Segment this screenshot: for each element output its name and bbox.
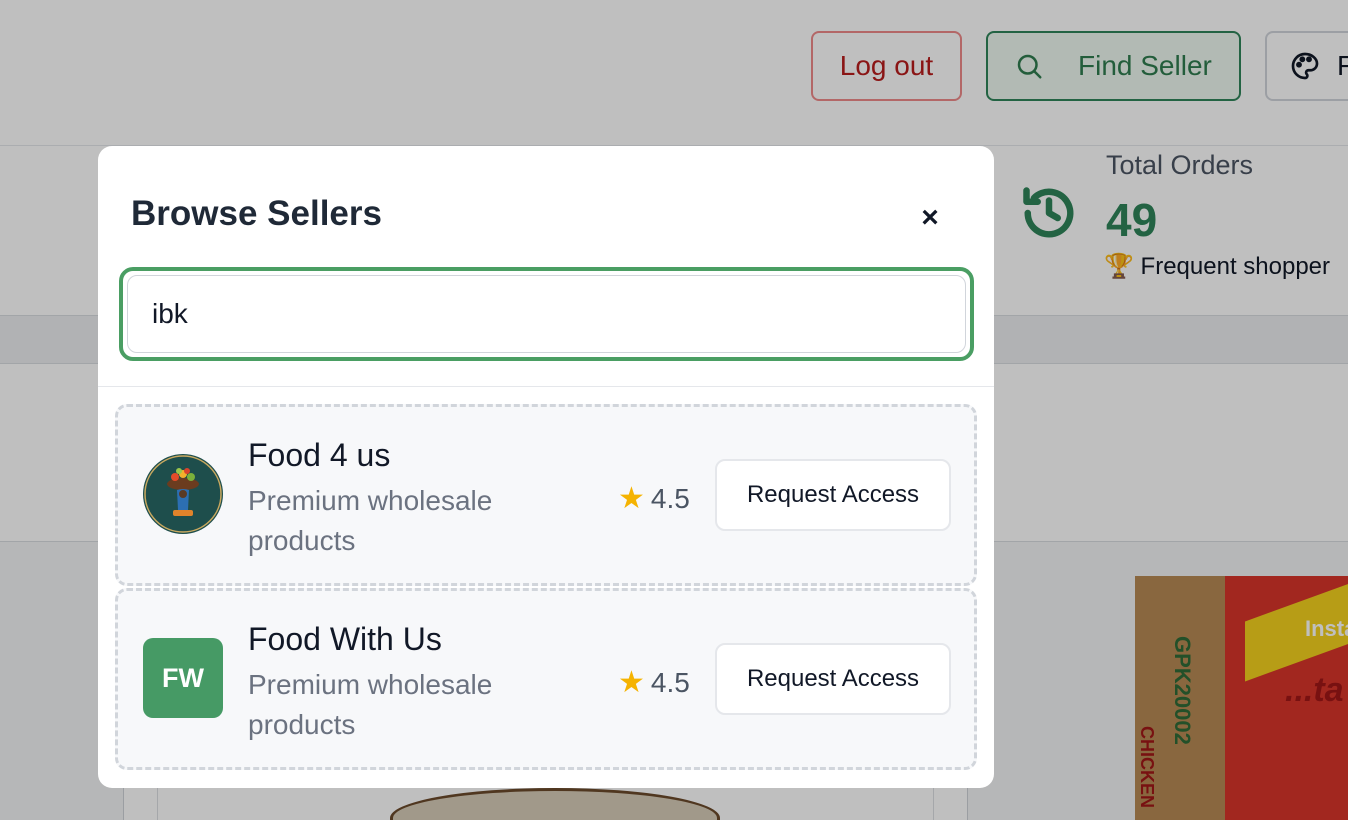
star-icon: ★ [618,666,645,699]
seller-name: Food 4 us [248,437,391,473]
seller-search-field [119,267,974,361]
browse-sellers-modal: Browse Sellers × Food 4 us Premium whole… [98,146,994,788]
seller-description: Premium wholesale products [248,485,493,556]
star-icon: ★ [618,482,645,515]
seller-rating: ★ 4.5 [618,665,690,700]
seller-card[interactable]: FW Food With Us Premium wholesale produc… [115,588,977,770]
close-icon[interactable]: × [910,198,950,238]
rating-value: 4.5 [650,482,690,514]
request-access-button[interactable]: Request Access [715,459,951,531]
seller-card[interactable]: Food 4 us Premium wholesale products ★ 4… [115,404,977,586]
request-access-button[interactable]: Request Access [715,643,951,715]
seller-logo-art [144,455,222,533]
modal-title: Browse Sellers [131,194,382,233]
seller-name: Food With Us [248,621,442,657]
seller-description: Premium wholesale products [248,669,493,740]
seller-logo [143,454,223,534]
seller-search-input[interactable] [127,275,966,353]
rating-value: 4.5 [650,666,690,698]
seller-initials-avatar: FW [143,638,223,718]
divider [98,386,994,387]
seller-rating: ★ 4.5 [618,481,690,516]
